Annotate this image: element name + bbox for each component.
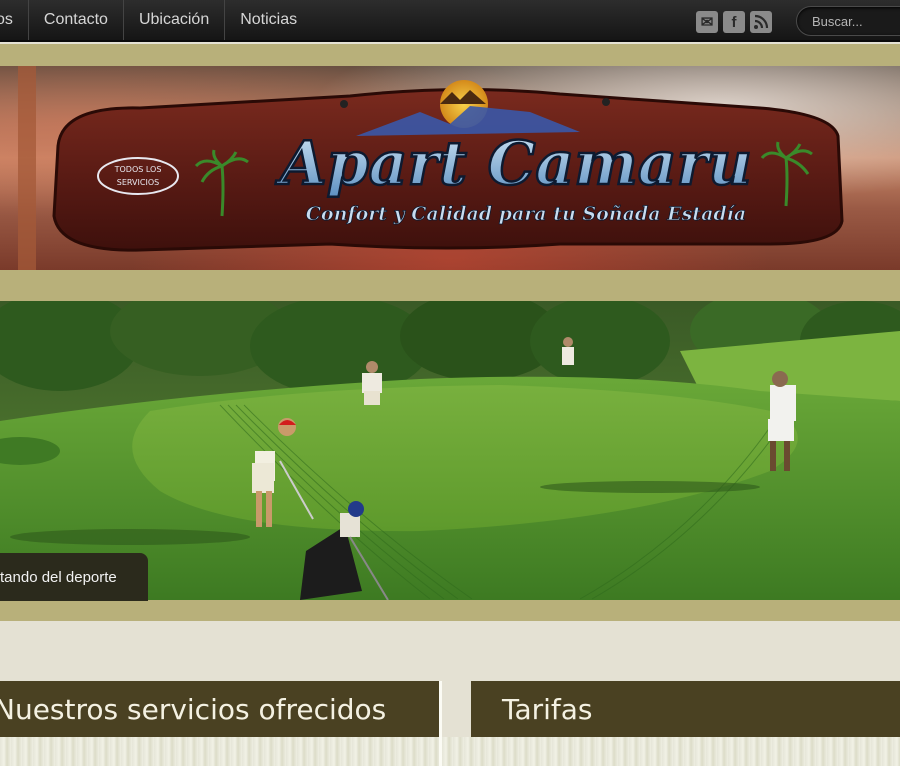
social-links: ✉ f <box>696 11 772 33</box>
nav-item-contacto[interactable]: Contacto <box>29 0 124 40</box>
nav-item-servicios[interactable]: os <box>0 0 29 40</box>
sign-subtitle: Confort y Calidad para tu Soñada Estadía <box>306 203 746 225</box>
rates-section-title: Tarifas <box>502 692 593 726</box>
golfer-far <box>562 337 574 365</box>
banner-art: TODOS LOS SERVICIOS Apart Camaru Confort… <box>52 80 844 252</box>
sign-title: Apart Camaru <box>275 129 752 199</box>
slide-caption: tando del deporte <box>0 553 148 601</box>
facebook-icon[interactable]: f <box>723 11 745 33</box>
rates-section-header: Tarifas <box>471 681 900 737</box>
badge-line2: SERVICIOS <box>117 178 159 187</box>
rates-section-bg <box>442 737 900 766</box>
services-section-title: Nuestros servicios ofrecidos <box>0 692 387 726</box>
rss-glyph <box>754 14 769 29</box>
search-input[interactable] <box>796 6 900 36</box>
header-banner: TODOS LOS SERVICIOS Apart Camaru Confort… <box>0 66 900 270</box>
services-section-bg <box>0 737 439 766</box>
screw <box>340 100 348 108</box>
badge-line1: TODOS LOS <box>114 165 162 174</box>
services-section-header: Nuestros servicios ofrecidos <box>0 681 439 737</box>
screw <box>602 98 610 106</box>
main-nav: os Contacto Ubicación Noticias <box>0 0 312 40</box>
nav-item-noticias[interactable]: Noticias <box>225 0 312 40</box>
rss-icon[interactable] <box>750 11 772 33</box>
top-nav-bar: os Contacto Ubicación Noticias ✉ f <box>0 0 900 42</box>
nav-item-ubicacion[interactable]: Ubicación <box>124 0 226 40</box>
mail-icon[interactable]: ✉ <box>696 11 718 33</box>
